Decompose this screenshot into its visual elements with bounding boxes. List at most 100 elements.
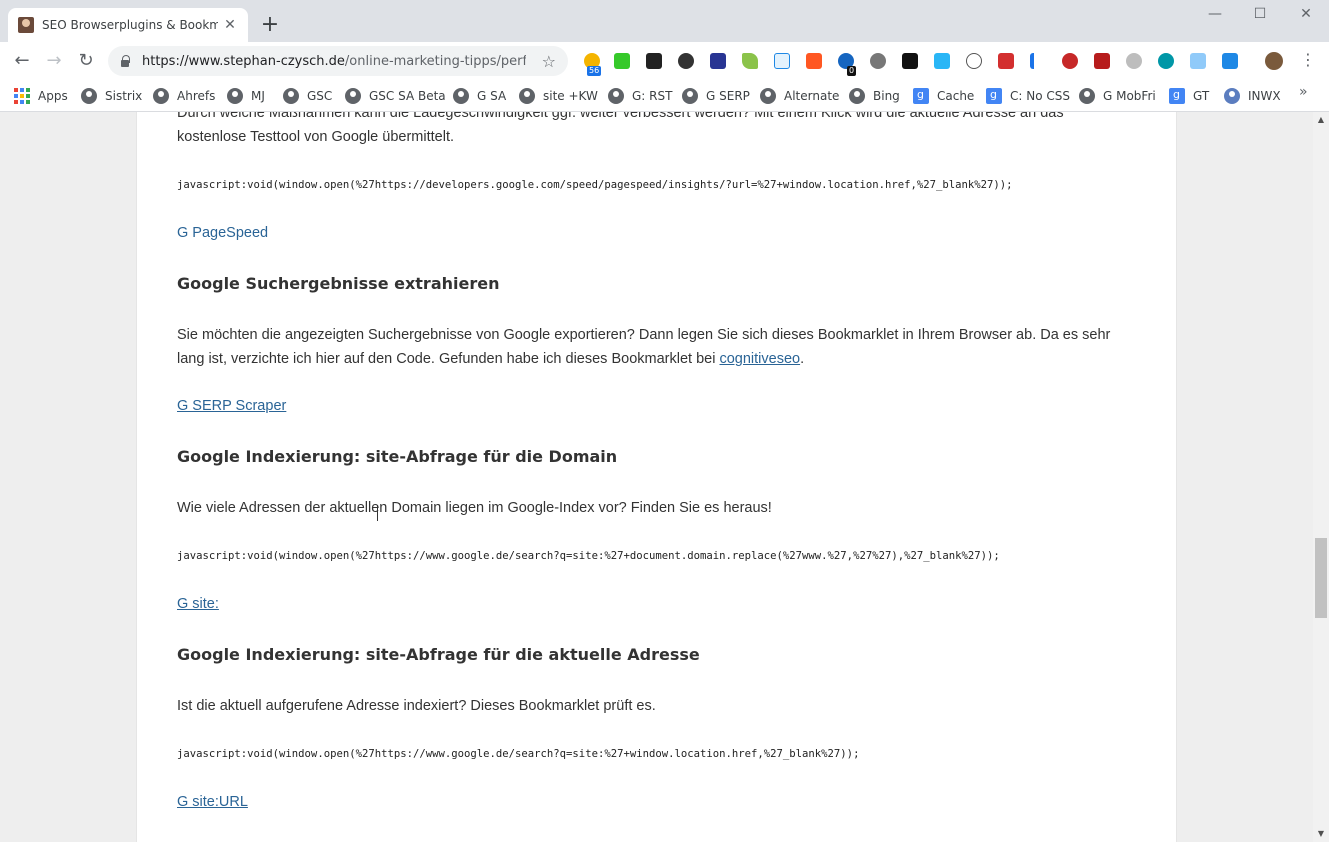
globe-icon	[682, 88, 698, 104]
vertical-scrollbar[interactable]: ▲ ▼	[1313, 112, 1329, 842]
globe-icon	[1079, 88, 1095, 104]
paragraph-serp-line-1: Sie möchten die angezeigten Suchergebnis…	[177, 327, 1111, 343]
link-site[interactable]: G site:	[177, 596, 1127, 612]
maximize-button[interactable]: ☐	[1250, 6, 1270, 22]
globe-icon	[345, 88, 361, 104]
extension-k-icon[interactable]	[1126, 53, 1142, 69]
scroll-down-arrow-icon[interactable]: ▼	[1313, 826, 1329, 842]
article-content: Durch welche Maßnahmen kann die Ladegesc…	[136, 112, 1177, 842]
globe-icon	[227, 88, 243, 104]
close-window-button[interactable]: ✕	[1296, 6, 1316, 22]
extension-percent-icon[interactable]	[806, 53, 822, 69]
globe-icon	[760, 88, 776, 104]
heading-site-url: Google Indexierung: site-Abfrage für die…	[177, 645, 700, 664]
paragraph-intro-line-1: Durch welche Maßnahmen kann die Ladegesc…	[177, 112, 1064, 121]
bookmark-gsc[interactable]: GSC	[283, 85, 332, 107]
extension-code-icon[interactable]	[774, 53, 790, 69]
extension-y-icon[interactable]	[742, 53, 758, 69]
globe-icon	[283, 88, 299, 104]
lock-icon	[120, 55, 130, 67]
forward-button[interactable]: →	[43, 50, 65, 72]
back-button[interactable]: ←	[11, 50, 33, 72]
globe-icon	[81, 88, 97, 104]
bookmark-site-kw[interactable]: site +KW	[519, 85, 598, 107]
browser-toolbar: ← → ↻ https://www.stephan-czysch.de/onli…	[0, 42, 1329, 80]
code-site-url: javascript:void(window.open(%27https://w…	[177, 748, 860, 760]
bookmark-inwx[interactable]: INWX	[1224, 85, 1281, 107]
link-pagespeed[interactable]: G PageSpeed	[177, 225, 1127, 241]
link-serp-scraper[interactable]: G SERP Scraper	[177, 398, 1127, 414]
google-icon	[913, 88, 929, 104]
scroll-up-arrow-icon[interactable]: ▲	[1313, 112, 1329, 128]
tab-close-icon[interactable]: ✕	[222, 17, 238, 33]
reload-button[interactable]: ↻	[75, 50, 97, 72]
google-icon	[1169, 88, 1185, 104]
link-cognitiveseo[interactable]: cognitiveseo	[719, 351, 800, 367]
apps-grid-icon	[14, 88, 30, 104]
extension-seo-s-icon[interactable]	[1062, 53, 1078, 69]
bookmark-mj[interactable]: MJ	[227, 85, 265, 107]
globe-icon	[608, 88, 624, 104]
bookmark-cache[interactable]: Cache	[913, 85, 974, 107]
bookmarks-bar: Apps Sistrix Ahrefs MJ GSC GSC SA Beta G…	[0, 80, 1329, 112]
bookmark-sistrix[interactable]: Sistrix	[81, 85, 142, 107]
extension-seo-icon[interactable]	[902, 53, 918, 69]
extension-gear-icon[interactable]	[870, 53, 886, 69]
title-bar: SEO Browserplugins & Bookmarklets ✕ + — …	[0, 0, 1329, 42]
extension-bolt-icon[interactable]	[1030, 53, 1046, 69]
bookmark-gsc-sa-beta[interactable]: GSC SA Beta	[345, 85, 446, 107]
extension-green-icon[interactable]	[614, 53, 630, 69]
bookmark-g-mobfri[interactable]: G MobFri	[1079, 85, 1156, 107]
globe-icon	[453, 88, 469, 104]
extension-badge: 0	[847, 66, 857, 76]
code-site-domain: javascript:void(window.open(%27https://w…	[177, 550, 1000, 562]
globe-icon	[519, 88, 535, 104]
bookmark-ahrefs[interactable]: Ahrefs	[153, 85, 215, 107]
bookmark-g-serp[interactable]: G SERP	[682, 85, 750, 107]
extension-arrow-icon[interactable]	[998, 53, 1014, 69]
page-viewport: Durch welche Maßnahmen kann die Ladegesc…	[0, 112, 1313, 842]
extension-badge: 56	[587, 66, 602, 76]
world-icon	[1224, 88, 1240, 104]
bookmark-apps[interactable]: Apps	[14, 85, 68, 107]
bookmark-g-rst[interactable]: G: RST	[608, 85, 672, 107]
bookmark-alternate[interactable]: Alternate	[760, 85, 839, 107]
bookmark-bing[interactable]: Bing	[849, 85, 900, 107]
browser-tab[interactable]: SEO Browserplugins & Bookmarklets ✕	[8, 8, 248, 42]
extension-mask-icon[interactable]	[678, 53, 694, 69]
bookmark-star-icon[interactable]: ☆	[542, 52, 556, 71]
globe-icon	[849, 88, 865, 104]
favicon-icon	[18, 17, 34, 33]
extension-atom-icon[interactable]	[1158, 53, 1174, 69]
extension-pen-icon[interactable]	[966, 53, 982, 69]
scrollbar-thumb[interactable]	[1315, 538, 1327, 618]
code-pagespeed: javascript:void(window.open(%27https://d…	[177, 179, 1013, 191]
tab-title: SEO Browserplugins & Bookmarklets	[42, 18, 218, 32]
minimize-button[interactable]: —	[1205, 6, 1225, 22]
heading-serp: Google Suchergebnisse extrahieren	[177, 274, 500, 293]
globe-icon	[153, 88, 169, 104]
extension-list-icon[interactable]	[1190, 53, 1206, 69]
google-icon	[986, 88, 1002, 104]
extension-hook-icon[interactable]	[934, 53, 950, 69]
url-text[interactable]: https://www.stephan-czysch.de/online-mar…	[142, 54, 526, 69]
text-cursor-icon	[377, 505, 381, 521]
extension-blue-icon[interactable]	[710, 53, 726, 69]
paragraph-site-domain: Wie viele Adressen der aktuellen Domain …	[177, 500, 772, 516]
profile-avatar[interactable]	[1265, 52, 1283, 70]
heading-site-domain: Google Indexierung: site-Abfrage für die…	[177, 447, 618, 466]
paragraph-serp-line-2: lang ist, verzichte ich hier auf den Cod…	[177, 351, 805, 367]
bookmarks-overflow-icon[interactable]: »	[1299, 84, 1308, 100]
extension-flag-icon[interactable]	[1094, 53, 1110, 69]
bookmark-c-no-css[interactable]: C: No CSS	[986, 85, 1070, 107]
extension-check-icon[interactable]	[646, 53, 662, 69]
new-tab-button[interactable]: +	[258, 14, 282, 36]
bookmark-g-sa[interactable]: G SA	[453, 85, 506, 107]
extension-v-icon[interactable]	[1222, 53, 1238, 69]
address-bar[interactable]: https://www.stephan-czysch.de/online-mar…	[108, 46, 568, 76]
paragraph-site-url: Ist die aktuell aufgerufene Adresse inde…	[177, 698, 656, 714]
menu-icon[interactable]: ⋮	[1300, 50, 1316, 69]
bookmark-gt[interactable]: GT	[1169, 85, 1209, 107]
link-site-url[interactable]: G site:URL	[177, 794, 1127, 810]
paragraph-intro-line-2: kostenlose Testtool von Google übermitte…	[177, 129, 455, 145]
